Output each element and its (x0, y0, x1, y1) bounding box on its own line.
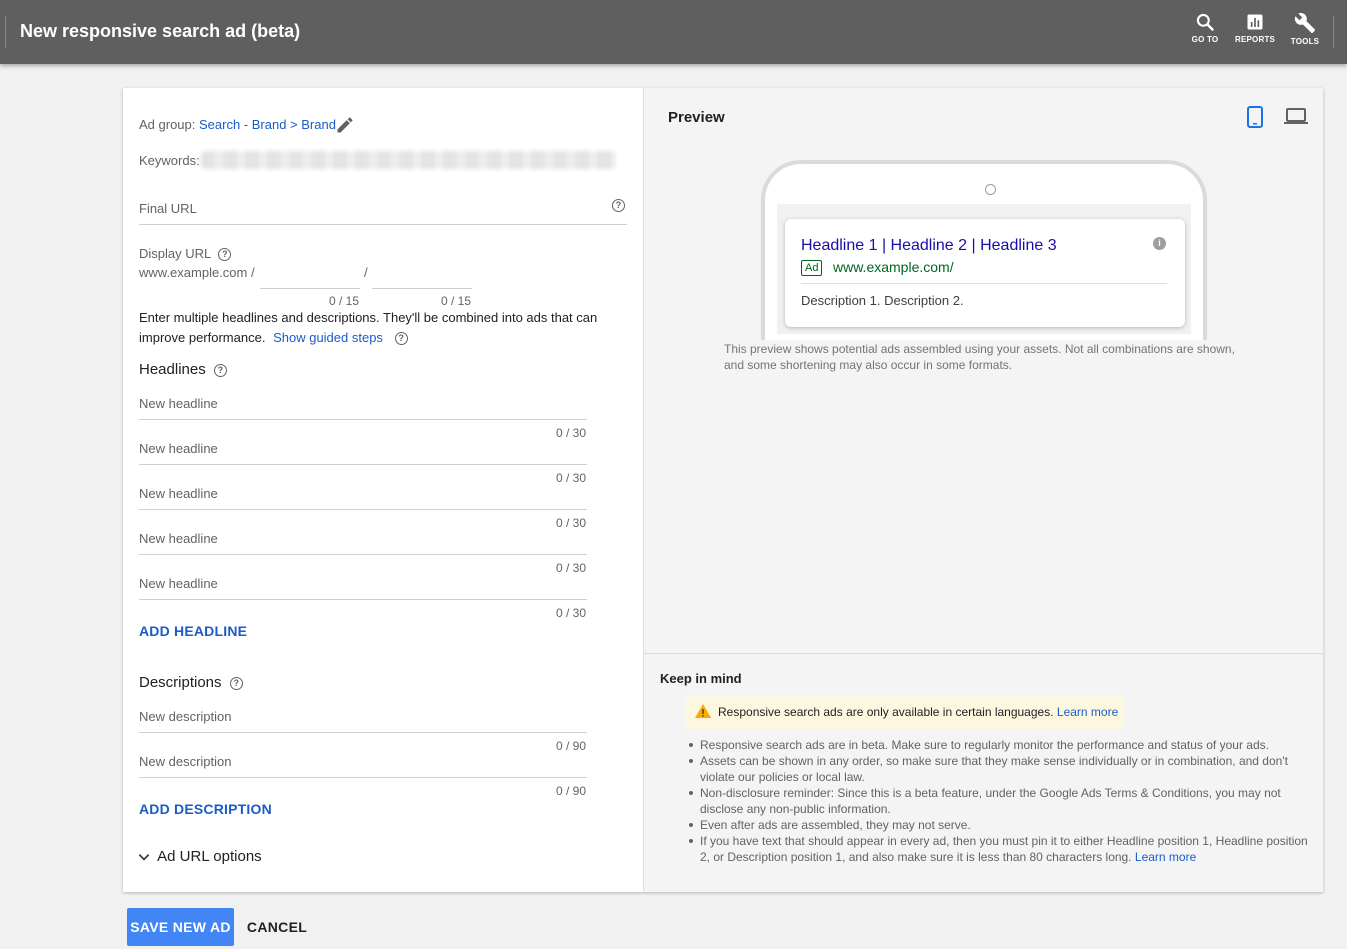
description-input-1[interactable]: New description (139, 709, 232, 724)
warning-learn-more-link[interactable]: Learn more (1057, 705, 1118, 719)
description-counter-2: 0 / 90 (556, 784, 587, 798)
help-icon[interactable]: ? (213, 363, 227, 377)
list-item: Even after ads are assembled, they may n… (686, 817, 1311, 833)
headline-counter-2: 0 / 30 (556, 471, 587, 485)
headline-counter-1: 0 / 30 (556, 426, 587, 440)
add-description-button[interactable]: ADD DESCRIPTION (139, 801, 272, 817)
display-url-base: www.example.com / (139, 265, 255, 280)
ad-description: Description 1. Description 2. (801, 293, 964, 308)
headline-input-2[interactable]: New headline (139, 441, 218, 456)
warning-message: Responsive search ads are only available… (718, 705, 1118, 719)
headline-input-5[interactable]: New headline (139, 576, 218, 591)
language-warning: Responsive search ads are only available… (686, 695, 1124, 729)
ad-editor-card: Ad group: Search - Brand > Brand Keyword… (123, 88, 1324, 892)
path2-counter: 0 / 15 (441, 294, 472, 308)
ad-preview-card: Headline 1 | Headline 2 | Headline 3 i A… (785, 219, 1185, 327)
warning-text: Responsive search ads are only available… (718, 705, 1054, 719)
final-url-input[interactable]: Final URL (139, 201, 197, 216)
list-item: Assets can be shown in any order, so mak… (686, 753, 1311, 785)
chevron-down-icon (138, 854, 150, 861)
list-item-text: If you have text that should appear in e… (700, 834, 1308, 864)
ad-group-row: Ad group: Search - Brand > Brand (139, 117, 336, 132)
goto-label: GO TO (1191, 35, 1219, 44)
preview-title: Preview (668, 109, 725, 126)
ad-divider (801, 283, 1167, 284)
path1-input[interactable] (260, 288, 360, 289)
phone-frame: Headline 1 | Headline 2 | Headline 3 i A… (761, 160, 1207, 340)
reports-button[interactable]: REPORTS (1235, 12, 1275, 44)
top-bar: New responsive search ad (beta) GO TO RE… (0, 0, 1347, 64)
display-url-slash: / (364, 265, 368, 280)
edit-pencil-icon[interactable] (335, 115, 355, 135)
list-item: Non-disclosure reminder: Since this is a… (686, 785, 1311, 817)
headline-counter-5: 0 / 30 (556, 606, 587, 620)
help-icon[interactable]: ? (229, 676, 243, 690)
ad-badge: Ad (801, 260, 823, 276)
descriptions-heading: Descriptions ? (139, 674, 243, 691)
descriptions-title: Descriptions (139, 674, 222, 691)
help-icon[interactable]: ? (612, 199, 625, 212)
ad-headline: Headline 1 | Headline 2 | Headline 3 (801, 237, 1057, 254)
ad-display-url: www.example.com/ (833, 259, 954, 275)
search-icon (1196, 13, 1214, 31)
help-icon[interactable]: ? (394, 332, 408, 346)
keep-in-mind-list: Responsive search ads are in beta. Make … (686, 737, 1311, 865)
add-headline-button[interactable]: ADD HEADLINE (139, 623, 247, 639)
final-url-underline (139, 224, 627, 225)
ad-group-link[interactable]: Search - Brand > Brand (199, 117, 336, 132)
info-icon[interactable]: i (1153, 237, 1166, 250)
headlines-heading: Headlines ? (139, 361, 227, 378)
description-underline (139, 777, 587, 778)
display-url-label-text: Display URL (139, 246, 211, 261)
list-item: If you have text that should appear in e… (686, 833, 1311, 865)
instructions: Enter multiple headlines and description… (139, 308, 619, 348)
keywords-redacted (201, 151, 616, 169)
section-divider (644, 653, 1324, 654)
preview-note: This preview shows potential ads assembl… (724, 342, 1235, 372)
headline-underline (139, 419, 587, 420)
goto-button[interactable]: GO TO (1185, 12, 1225, 44)
headline-input-1[interactable]: New headline (139, 396, 218, 411)
display-url-label: Display URL ? (139, 246, 232, 262)
headline-underline (139, 554, 587, 555)
tools-label: TOOLS (1290, 37, 1320, 46)
save-new-ad-button[interactable]: SAVE NEW AD (127, 908, 234, 946)
keywords-label: Keywords: (139, 153, 200, 168)
ad-group-label: Ad group: (139, 117, 196, 132)
headline-counter-3: 0 / 30 (556, 516, 587, 530)
phone-camera (985, 184, 996, 195)
keep-in-mind-title: Keep in mind (660, 671, 742, 686)
show-guided-steps-link[interactable]: Show guided steps (273, 330, 383, 345)
headline-underline (139, 464, 587, 465)
ad-url-options-toggle[interactable]: Ad URL options (137, 848, 262, 865)
help-icon[interactable]: ? (218, 248, 232, 262)
path1-counter: 0 / 15 (329, 294, 360, 308)
description-underline (139, 732, 587, 733)
ad-url-options-label: Ad URL options (157, 848, 262, 865)
cancel-button[interactable]: CANCEL (240, 908, 314, 946)
headlines-title: Headlines (139, 361, 206, 378)
desktop-device-icon[interactable] (1284, 108, 1308, 126)
description-counter-1: 0 / 90 (556, 739, 587, 753)
headline-counter-4: 0 / 30 (556, 561, 587, 575)
wrench-icon (1294, 13, 1316, 34)
warning-icon (695, 704, 711, 718)
header-divider (5, 16, 6, 48)
headline-input-3[interactable]: New headline (139, 486, 218, 501)
preview-panel: Preview Headline 1 | Headline 2 | Headli… (643, 88, 1324, 892)
page-title: New responsive search ad (beta) (20, 21, 301, 41)
mobile-device-icon[interactable] (1246, 106, 1264, 128)
headline-underline (139, 599, 587, 600)
description-input-2[interactable]: New description (139, 754, 232, 769)
pin-learn-more-link[interactable]: Learn more (1135, 850, 1196, 864)
reports-icon (1247, 14, 1263, 30)
header-divider-right (1333, 16, 1334, 48)
list-item: Responsive search ads are in beta. Make … (686, 737, 1311, 753)
tools-button[interactable]: TOOLS (1285, 12, 1325, 46)
headline-underline (139, 509, 587, 510)
path2-input[interactable] (372, 288, 472, 289)
reports-label: REPORTS (1235, 35, 1276, 44)
ad-form: Ad group: Search - Brand > Brand Keyword… (123, 88, 643, 892)
headline-input-4[interactable]: New headline (139, 531, 218, 546)
